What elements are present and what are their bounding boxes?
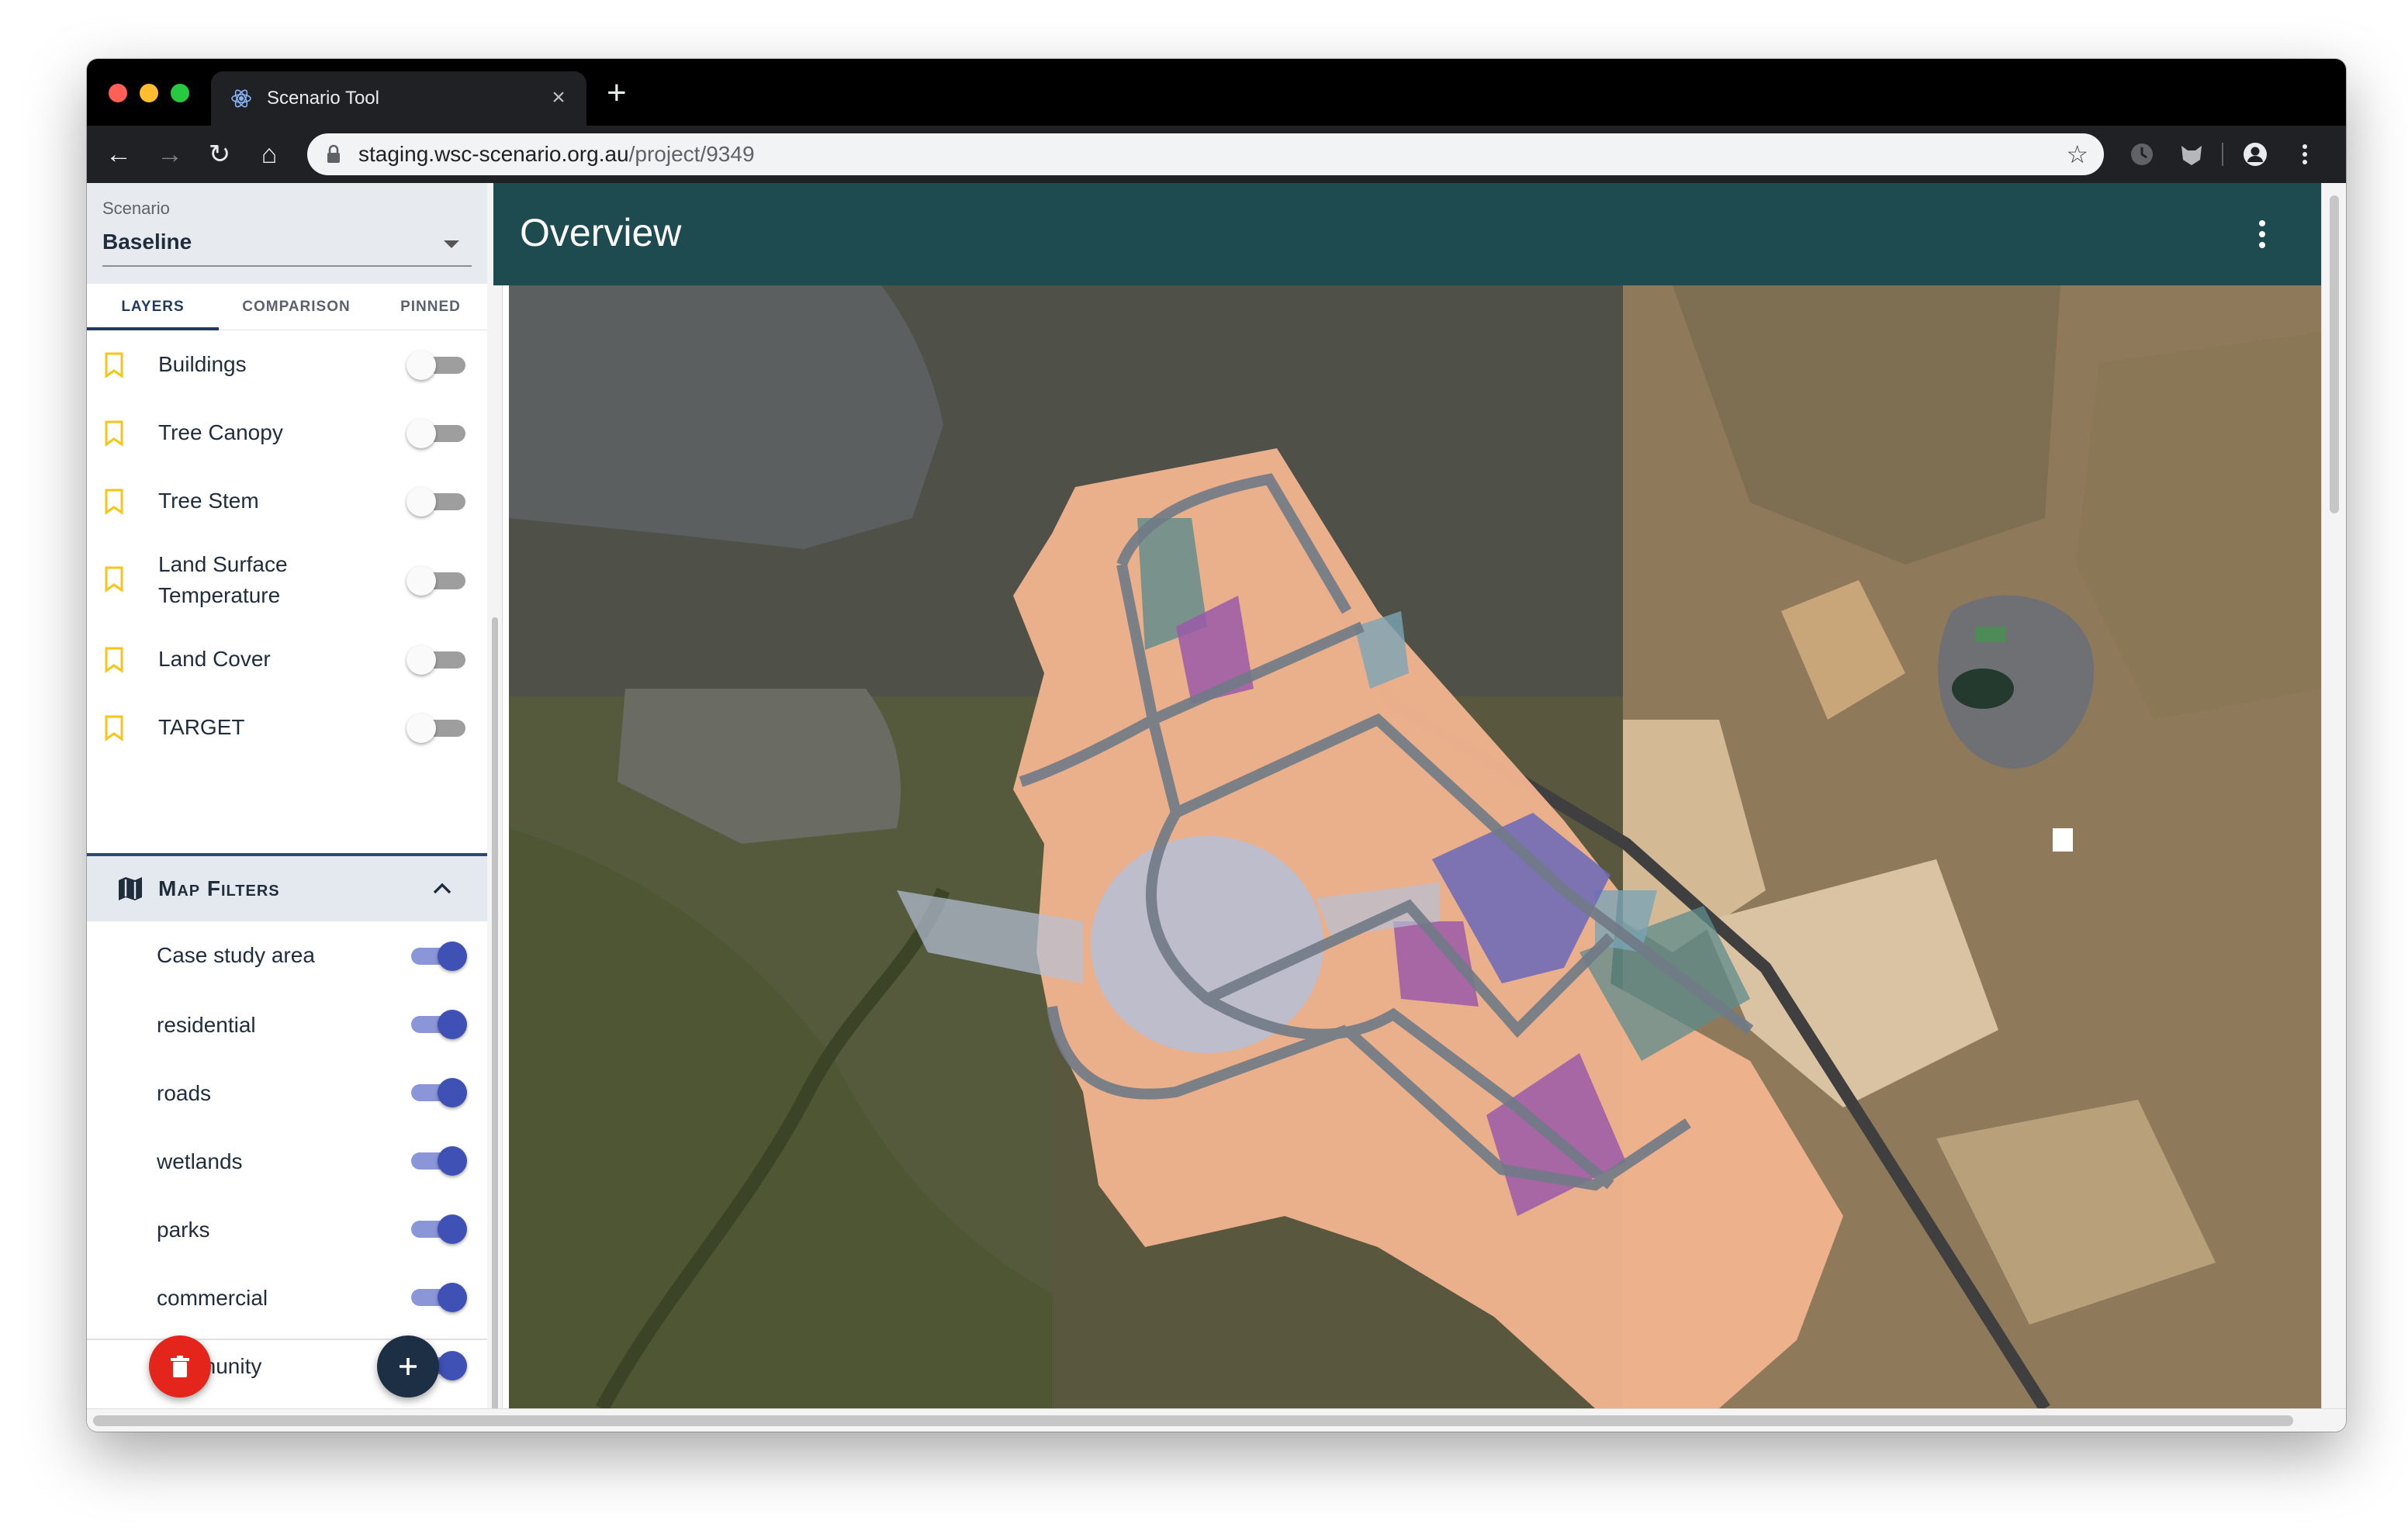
main-horizontal-scrollbar[interactable] (87, 1408, 2346, 1432)
bookmark-icon[interactable] (104, 647, 124, 673)
browser-tab[interactable]: Scenario Tool × (211, 71, 586, 126)
minimize-window-button[interactable] (140, 84, 158, 102)
star-icon[interactable]: ☆ (2066, 141, 2088, 168)
layer-row-target: TARGET (87, 693, 487, 762)
map-view[interactable] (509, 285, 2321, 1408)
filter-toggle-wetlands[interactable] (405, 1143, 467, 1177)
layer-label: Buildings (158, 352, 247, 376)
main-horizontal-scroll-thumb[interactable] (93, 1415, 2293, 1426)
tab-layers[interactable]: LAYERS (87, 284, 219, 330)
toolbar-divider (2222, 143, 2223, 166)
page-title: Overview (520, 211, 682, 254)
sidebar-scrollbar[interactable] (487, 183, 503, 1432)
layer-toggle-target[interactable] (407, 710, 469, 745)
layer-row-tree-canopy: Tree Canopy (87, 399, 487, 467)
bookmark-icon[interactable] (104, 420, 124, 447)
filter-toggle-parks[interactable] (405, 1211, 467, 1246)
home-icon[interactable]: ⌂ (253, 138, 285, 171)
filter-toggle-case-study-area[interactable] (405, 938, 467, 973)
layer-toggle-buildings[interactable] (407, 347, 469, 382)
sidebar-scroll-thumb[interactable] (492, 617, 498, 1424)
bookmark-icon[interactable] (104, 489, 124, 515)
browser-toolbar: ← → ↻ ⌂ staging.wsc-scenario.org.au/proj… (87, 126, 2346, 183)
profile-icon[interactable] (2240, 140, 2270, 169)
trash-icon (171, 1356, 189, 1377)
main-vertical-scroll-thumb[interactable] (2330, 195, 2339, 513)
layer-label: Tree Canopy (158, 420, 283, 444)
panel-tabs: LAYERS COMPARISON PINNED (87, 284, 487, 330)
more-options-icon[interactable] (2254, 217, 2270, 251)
layer-toggle-tree-stem[interactable] (407, 484, 469, 518)
layer-label: Tree Stem (158, 489, 259, 513)
scenario-value[interactable]: Baseline (102, 230, 192, 254)
filter-label: residential (157, 1013, 256, 1037)
map-filters-header[interactable]: Map Filters (87, 853, 487, 921)
filter-row-residential: residential (87, 990, 487, 1058)
filter-toggle-commercial[interactable] (405, 1280, 467, 1314)
fox-extension-icon[interactable] (2177, 140, 2206, 169)
filter-row-roads: roads (87, 1058, 487, 1126)
filter-row-case-study-area: Case study area (87, 921, 487, 990)
tab-title: Scenario Tool (267, 88, 379, 109)
forward-arrow-icon[interactable]: → (154, 138, 186, 171)
map-icon (119, 877, 142, 900)
overview-header: Overview (493, 183, 2321, 285)
filter-toggle-roads[interactable] (405, 1075, 467, 1109)
layer-label: Land Cover (158, 647, 271, 671)
layer-row-land-surface-temperature: Land Surface Temperature (87, 535, 487, 625)
react-atom-icon (231, 89, 251, 108)
bookmark-icon[interactable] (104, 715, 124, 741)
delete-button[interactable] (149, 1335, 211, 1398)
layer-toggle-land-cover[interactable] (407, 642, 469, 676)
layer-label: Land Surface Temperature (158, 552, 288, 607)
reload-icon[interactable]: ↻ (203, 138, 236, 171)
filter-label: commercial (157, 1286, 268, 1310)
url-text: staging.wsc-scenario.org.au/project/9349 (358, 141, 755, 168)
sidebar-footer-divider (87, 1339, 487, 1340)
new-tab-button[interactable]: + (607, 76, 627, 110)
filter-row-wetlands: wetlands (87, 1126, 487, 1194)
map-filters-title: Map Filters (158, 876, 280, 900)
url-path: /project/9349 (628, 142, 755, 166)
filter-row-commercial: commercial (87, 1263, 487, 1331)
layer-toggle-land-surface-temperature[interactable] (407, 563, 469, 597)
tab-strip: Scenario Tool × + (87, 59, 2346, 126)
tab-pinned[interactable]: PINNED (374, 284, 487, 330)
satellite-map[interactable] (509, 285, 2321, 1408)
clock-extension-icon[interactable] (2127, 140, 2157, 169)
layer-label: TARGET (158, 715, 245, 739)
filter-label: Case study area (157, 943, 315, 967)
bookmark-icon[interactable] (104, 352, 124, 378)
close-window-button[interactable] (109, 84, 127, 102)
scenario-underline (102, 265, 472, 267)
filter-toggle-residential[interactable] (405, 1007, 467, 1041)
bookmark-icon[interactable] (104, 566, 124, 593)
sidebar-panel: Scenario Baseline LAYERS COMPARISON PINN… (87, 183, 487, 1432)
address-bar[interactable]: staging.wsc-scenario.org.au/project/9349… (307, 133, 2104, 175)
filter-label: wetlands (157, 1149, 243, 1173)
chevron-down-icon[interactable] (444, 240, 459, 248)
layer-row-land-cover: Land Cover (87, 625, 487, 693)
add-button[interactable] (377, 1335, 439, 1398)
url-host: staging.wsc-scenario.org.au (358, 142, 629, 166)
maximize-window-button[interactable] (171, 84, 189, 102)
tab-close-icon[interactable]: × (545, 84, 573, 112)
layer-row-tree-stem: Tree Stem (87, 467, 487, 535)
browser-menu-icon[interactable] (2290, 140, 2320, 169)
lock-icon (327, 144, 340, 163)
chevron-up-icon[interactable] (428, 875, 456, 903)
back-arrow-icon[interactable]: ← (102, 138, 135, 171)
scenario-label: Scenario (102, 199, 170, 218)
filter-label: roads (157, 1081, 212, 1105)
main-vertical-scrollbar[interactable] (2321, 183, 2346, 1408)
filter-label: parks (157, 1218, 210, 1242)
tab-comparison[interactable]: COMPARISON (219, 284, 374, 330)
browser-window: Scenario Tool × + ← → ↻ ⌂ staging.wsc-sc… (87, 59, 2346, 1432)
scenario-select[interactable]: Scenario Baseline (87, 183, 487, 284)
filter-row-parks: parks (87, 1194, 487, 1263)
plus-icon (400, 1358, 417, 1375)
layer-toggle-tree-canopy[interactable] (407, 416, 469, 450)
layer-row-buildings: Buildings (87, 330, 487, 399)
